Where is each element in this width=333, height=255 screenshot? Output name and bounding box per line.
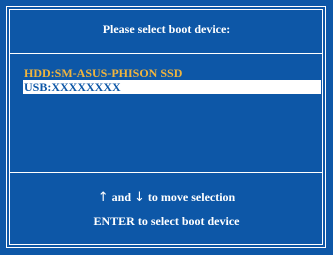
navigation-help: ↑ and ↓ to move selection: [0, 190, 333, 205]
inner-frame-border: [9, 9, 323, 245]
header-divider: [9, 53, 323, 54]
boot-device-usb[interactable]: USB:XXXXXXXX: [23, 80, 321, 94]
help-and-word: and: [111, 190, 132, 204]
boot-menu-dialog: Please select boot device: HDD:SM-ASUS-P…: [0, 0, 333, 255]
boot-menu-title: Please select boot device:: [102, 22, 231, 36]
help-move-text: to move selection: [147, 190, 236, 204]
down-arrow-icon: ↓: [134, 190, 145, 205]
boot-device-list: HDD:SM-ASUS-PHISON SSD USB:XXXXXXXX: [23, 66, 321, 94]
footer-divider: [9, 172, 323, 173]
enter-help-text: ENTER to select boot device: [93, 214, 240, 228]
boot-device-hdd[interactable]: HDD:SM-ASUS-PHISON SSD: [23, 66, 321, 80]
up-arrow-icon: ↑: [97, 190, 109, 205]
